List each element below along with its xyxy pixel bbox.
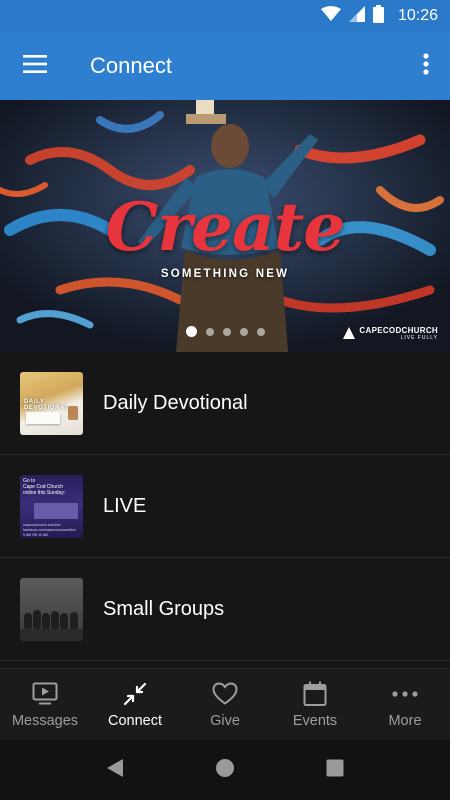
church-logo-text: CAPECODCHURCH: [359, 326, 438, 335]
nav-label: Events: [292, 712, 338, 729]
list-item-label: Daily Devotional: [103, 391, 248, 414]
tv-play-icon: [32, 681, 58, 707]
wifi-icon: [320, 5, 341, 27]
list-item-small-groups[interactable]: Small Groups: [0, 558, 450, 661]
menu-button[interactable]: [0, 32, 70, 100]
carousel-dot[interactable]: [257, 327, 265, 336]
carousel-dot[interactable]: [223, 327, 231, 336]
more-horizontal-icon: [392, 681, 418, 707]
nav-connect[interactable]: Connect: [90, 669, 180, 740]
battery-icon: [372, 4, 384, 28]
carousel-dot-active[interactable]: [186, 326, 197, 337]
system-home-button[interactable]: [201, 746, 249, 794]
arrows-collapse-icon: [122, 681, 148, 707]
bottom-navigation: Messages Connect Give Events More: [0, 668, 450, 740]
page-title: Connect: [90, 53, 172, 78]
app-bar: Connect: [0, 32, 450, 100]
nav-label: Give: [210, 712, 240, 729]
nav-more[interactable]: More: [360, 669, 450, 740]
carousel-indicator[interactable]: [186, 326, 265, 337]
screen: 10:26 Connect Create SOMETHING NEW CAPEC…: [0, 0, 450, 800]
church-logo-tagline: LIVE FULLY: [400, 335, 438, 341]
recents-square-icon: [326, 759, 344, 782]
system-navigation-bar: [0, 740, 450, 800]
calendar-icon: [302, 681, 328, 707]
nav-messages[interactable]: Messages: [0, 669, 90, 740]
connect-list: DAILY DEVOTIONAL Daily Devotional Go to …: [0, 352, 450, 661]
nav-events[interactable]: Events: [270, 669, 360, 740]
nav-label: More: [388, 712, 422, 729]
live-thumbnail: Go to Cape Cod Church online this Sunday…: [20, 474, 83, 538]
nav-label: Messages: [11, 712, 79, 729]
list-item-label: Small Groups: [103, 597, 225, 620]
status-bar: 10:26: [0, 0, 450, 32]
nav-label: Connect: [107, 712, 162, 729]
hero-banner[interactable]: Create SOMETHING NEW CAPECODCHURCH LIVE …: [0, 100, 450, 352]
status-time: 10:26: [397, 7, 438, 24]
system-back-button[interactable]: [91, 746, 139, 794]
thumbnail-caption: Go to Cape Cod Church online this Sunday…: [23, 477, 66, 496]
heart-icon: [212, 681, 238, 707]
church-logo-icon: [343, 326, 356, 341]
more-vertical-icon: [423, 52, 429, 80]
hero-title: Create: [105, 188, 346, 266]
cell-signal-icon: [348, 5, 365, 27]
hamburger-menu-icon: [23, 54, 47, 78]
hero-subtitle: SOMETHING NEW: [160, 268, 290, 280]
back-triangle-icon: [106, 758, 124, 783]
system-recents-button[interactable]: [311, 746, 359, 794]
overflow-menu-button[interactable]: [402, 32, 450, 100]
carousel-dot[interactable]: [206, 327, 214, 336]
list-item-live[interactable]: Go to Cape Cod Church online this Sunday…: [0, 455, 450, 558]
daily-devotional-thumbnail: DAILY DEVOTIONAL: [20, 371, 83, 435]
list-item-label: LIVE: [103, 494, 147, 517]
list-item-daily-devotional[interactable]: DAILY DEVOTIONAL Daily Devotional: [0, 352, 450, 455]
home-circle-icon: [215, 758, 235, 783]
carousel-dot[interactable]: [240, 327, 248, 336]
church-logo: CAPECODCHURCH LIVE FULLY: [343, 326, 438, 341]
nav-give[interactable]: Give: [180, 669, 270, 740]
small-groups-thumbnail: [20, 577, 83, 641]
thumbnail-small-text: capecodchurch.com/live facebook.com/cape…: [23, 522, 76, 537]
